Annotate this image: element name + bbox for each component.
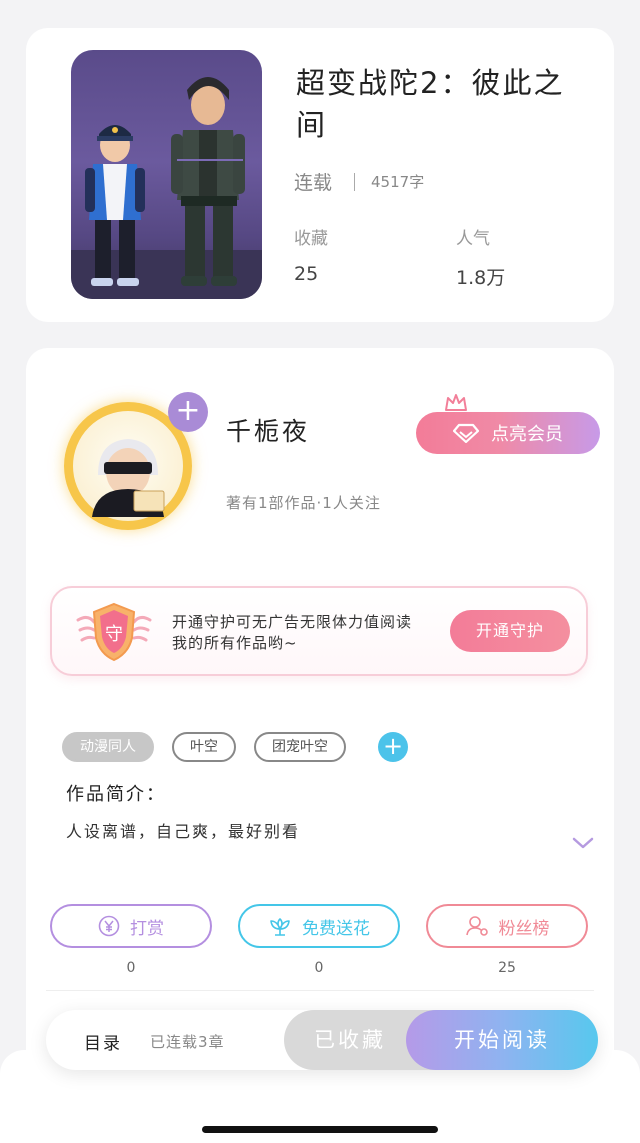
serial-status: 连载 xyxy=(294,172,333,194)
action-label: 打赏 xyxy=(130,918,164,939)
flower-count: 0 xyxy=(314,960,324,976)
fans-count: 25 xyxy=(498,960,516,976)
tag-list: 动漫同人 叶空 团宠叶空 + xyxy=(62,732,408,762)
tag-item[interactable]: 叶空 xyxy=(172,732,236,762)
chevron-down-icon[interactable] xyxy=(572,836,594,850)
section-divider xyxy=(46,990,594,991)
tip-button[interactable]: 打赏 xyxy=(50,904,212,948)
book-info-card: 超变战陀2：彼此之间 连载 4517字 收藏 25 人气 1.8万 xyxy=(26,28,614,322)
guard-shield-icon: 守 xyxy=(76,602,152,662)
stat-popularity: 人气 1.8万 xyxy=(456,224,505,290)
word-count: 4517字 xyxy=(371,173,425,191)
meta-divider xyxy=(354,172,356,191)
stat-value: 1.8万 xyxy=(456,267,506,289)
chapters-status[interactable]: 已连载3章 xyxy=(150,1031,225,1052)
yuan-coin-icon xyxy=(98,915,120,937)
book-title: 超变战陀2：彼此之间 xyxy=(296,66,565,142)
book-cover-image[interactable] xyxy=(71,50,262,299)
tag-item[interactable]: 动漫同人 xyxy=(62,732,154,762)
crown-icon xyxy=(445,394,467,411)
stat-favorites: 收藏 25 xyxy=(294,224,328,285)
action-label: 粉丝榜 xyxy=(498,918,550,939)
intro-label: 作品简介： xyxy=(66,784,166,805)
flower-icon xyxy=(270,918,290,936)
stat-label: 人气 xyxy=(456,229,490,249)
intro-text: 人设离谱，自己爽，最好别看 xyxy=(66,822,301,841)
fans-icon xyxy=(465,916,488,936)
author-name[interactable]: 千栀夜 xyxy=(226,412,310,448)
guard-badge-char: 守 xyxy=(105,624,123,645)
stat-value: 25 xyxy=(294,263,319,285)
bottom-action-bar: 目录 已连载3章 已收藏 开始阅读 xyxy=(46,1010,598,1070)
action-label: 免费送花 xyxy=(302,918,370,939)
author-avatar[interactable]: + xyxy=(56,392,208,542)
author-stats: 著有1部作品·1人关注 xyxy=(226,494,381,512)
tip-count: 0 xyxy=(126,960,136,976)
guard-promo-text: 开通守护可无广告无限体力值阅读我的所有作品哟~ xyxy=(172,613,413,652)
book-meta: 连载 4517字 xyxy=(294,168,424,195)
home-indicator xyxy=(202,1126,438,1133)
diamond-icon xyxy=(453,423,479,443)
vip-button-label: 点亮会员 xyxy=(491,424,563,445)
catalog-button[interactable]: 目录 xyxy=(84,1029,122,1054)
vip-button[interactable]: 点亮会员 xyxy=(416,412,600,454)
open-guard-button[interactable]: 开通守护 xyxy=(450,610,570,652)
guard-banner: 守 开通守护可无广告无限体力值阅读我的所有作品哟~ 开通守护 xyxy=(50,586,588,676)
stat-label: 收藏 xyxy=(294,229,328,249)
send-flower-button[interactable]: 免费送花 xyxy=(238,904,400,948)
fans-ranking-button[interactable]: 粉丝榜 xyxy=(426,904,588,948)
add-tag-icon[interactable]: + xyxy=(378,732,408,762)
tag-item[interactable]: 团宠叶空 xyxy=(254,732,346,762)
start-reading-button[interactable]: 开始阅读 xyxy=(406,1010,598,1070)
follow-plus-icon[interactable]: + xyxy=(168,392,208,432)
